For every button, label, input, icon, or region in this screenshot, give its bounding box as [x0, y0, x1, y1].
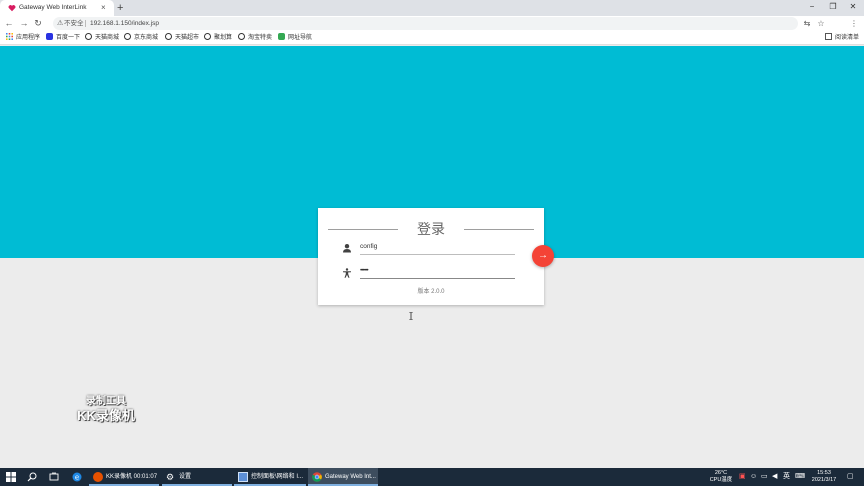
windows-taskbar: e KK录像机 00:01:07 ⚙ 设置 控制面板\网络和 I... Gate…	[0, 468, 864, 486]
clock[interactable]: 15:53 2021/3/17	[806, 470, 842, 484]
url-text[interactable]: 192.168.1.150/index.jsp	[90, 17, 159, 30]
version-text: 版本 2.0.0	[417, 289, 445, 295]
bookmark-label: 应用程序	[16, 35, 41, 41]
text-cursor-icon	[409, 312, 413, 320]
login-card: 登录 config •••••• 版本 2.0.0	[318, 208, 544, 305]
accessibility-person-icon	[343, 268, 351, 278]
nav-icon	[278, 33, 285, 40]
people-icon[interactable]: ☺	[750, 473, 757, 480]
reading-list-icon	[825, 33, 832, 40]
reading-list-label: 阅读清单	[835, 35, 860, 41]
globe-icon	[165, 33, 172, 40]
taskbar-app-chrome[interactable]: Gateway Web Int...	[308, 468, 378, 486]
bookmark-label: 网址导航	[288, 35, 313, 41]
bookmark-label: 百度一下	[56, 35, 81, 41]
chrome-icon	[312, 472, 322, 482]
close-window-button[interactable]: ✕	[845, 2, 861, 12]
weather-temperature: 26°C	[714, 470, 728, 476]
apps-grid-icon	[6, 33, 13, 40]
globe-icon	[204, 33, 211, 40]
clock-time: 15:53	[817, 470, 831, 476]
bookmark-label: 天猫超市	[175, 35, 200, 41]
bookmarks-bar: 应用程序 百度一下 天猫商城 京东商城 天猫超市 聚划算 淘宝特卖 网址导航 阅…	[0, 31, 864, 45]
taskbar-app-settings[interactable]: ⚙ 设置	[162, 468, 232, 486]
tab-close-icon[interactable]: ×	[101, 3, 106, 12]
new-tab-button[interactable]: +	[117, 1, 123, 15]
reading-list[interactable]: 阅读清单	[825, 33, 859, 43]
taskbar-app-kk-recorder[interactable]: KK录像机 00:01:07	[89, 468, 159, 486]
globe-icon	[238, 33, 245, 40]
notification-icon[interactable]: ▢	[847, 473, 854, 480]
password-field[interactable]: ••••••	[360, 266, 369, 275]
weather-label: CPU温度	[709, 477, 733, 483]
volume-icon[interactable]: ◀	[772, 473, 777, 480]
bookmark-star-icon[interactable]: ☆	[815, 17, 827, 30]
watermark-line1: 录制工具	[86, 396, 126, 407]
edge-browser-icon[interactable]: e	[72, 472, 82, 482]
warning-icon[interactable]: ⚠	[57, 17, 63, 30]
bookmark-label: 天猫商城	[95, 35, 120, 41]
page-content: 登录 config •••••• 版本 2.0.0 → 录制工具 KK录像机	[0, 46, 864, 468]
bookmark-nav[interactable]: 网址导航	[278, 33, 312, 43]
username-underline	[360, 254, 515, 255]
reload-button[interactable]: ↻	[32, 17, 44, 30]
browser-tab[interactable]: Gateway Web InterLink ×	[0, 0, 114, 16]
watermark-line2: KK录像机	[77, 408, 135, 423]
translate-icon[interactable]: ⇆	[801, 17, 813, 30]
bookmark-baidu[interactable]: 百度一下	[46, 33, 80, 43]
bookmark-label: 京东商城	[134, 35, 159, 41]
bookmark-taobao[interactable]: 淘宝特卖	[238, 33, 272, 43]
network-icon[interactable]: ▭	[761, 473, 768, 480]
search-icon[interactable]	[27, 472, 37, 482]
bookmark-jd[interactable]: 京东商城	[124, 33, 158, 43]
login-submit-button[interactable]: →	[532, 245, 554, 267]
tab-title: Gateway Web InterLink	[19, 4, 87, 11]
password-underline	[360, 278, 515, 279]
recorder-watermark: 录制工具 KK录像机	[70, 396, 142, 423]
maximize-button[interactable]: ❐	[825, 2, 841, 12]
minimize-button[interactable]: −	[804, 2, 820, 12]
svg-text:e: e	[75, 474, 79, 482]
user-icon	[343, 244, 351, 253]
bookmark-tmall-market[interactable]: 天猫超市	[165, 33, 199, 43]
browser-tab-strip: Gateway Web InterLink × + − ❐ ✕	[0, 0, 864, 16]
menu-kebab-icon[interactable]: ⋮	[848, 17, 860, 30]
heart-favicon-icon	[8, 5, 16, 12]
username-field[interactable]: config	[360, 242, 377, 251]
heading-rule-right	[464, 229, 534, 230]
bookmark-juhuasuan[interactable]: 聚划算	[204, 33, 232, 43]
task-view-icon[interactable]	[49, 472, 59, 482]
clock-date: 2021/3/17	[811, 477, 837, 483]
back-button[interactable]: ←	[3, 17, 15, 30]
windows-start-icon[interactable]	[6, 472, 16, 482]
taskbar-app-control-panel[interactable]: 控制面板\网络和 I...	[234, 468, 306, 486]
control-panel-icon	[238, 472, 248, 482]
alert-icon[interactable]: ▣	[739, 473, 746, 480]
address-toolbar: ← → ↻ ⚠ 不安全 192.168.1.150/index.jsp ⇆ ☆ …	[0, 16, 864, 45]
bookmark-apps[interactable]: 应用程序	[6, 33, 40, 43]
address-bar[interactable]: ⚠ 不安全 192.168.1.150/index.jsp	[53, 17, 798, 30]
ime-language[interactable]: 英	[783, 473, 790, 480]
keyboard-icon[interactable]: ⌨	[795, 473, 805, 480]
divider	[85, 20, 86, 27]
bookmark-label: 淘宝特卖	[248, 35, 273, 41]
globe-icon	[124, 33, 131, 40]
forward-button[interactable]: →	[18, 17, 30, 30]
globe-icon	[85, 33, 92, 40]
baidu-icon	[46, 33, 53, 40]
bookmark-tmall[interactable]: 天猫商城	[85, 33, 119, 43]
security-label[interactable]: 不安全	[64, 17, 84, 30]
bookmark-label: 聚划算	[214, 35, 233, 41]
weather-widget[interactable]: 26°C CPU温度	[706, 470, 736, 484]
kk-recorder-icon	[93, 472, 103, 482]
